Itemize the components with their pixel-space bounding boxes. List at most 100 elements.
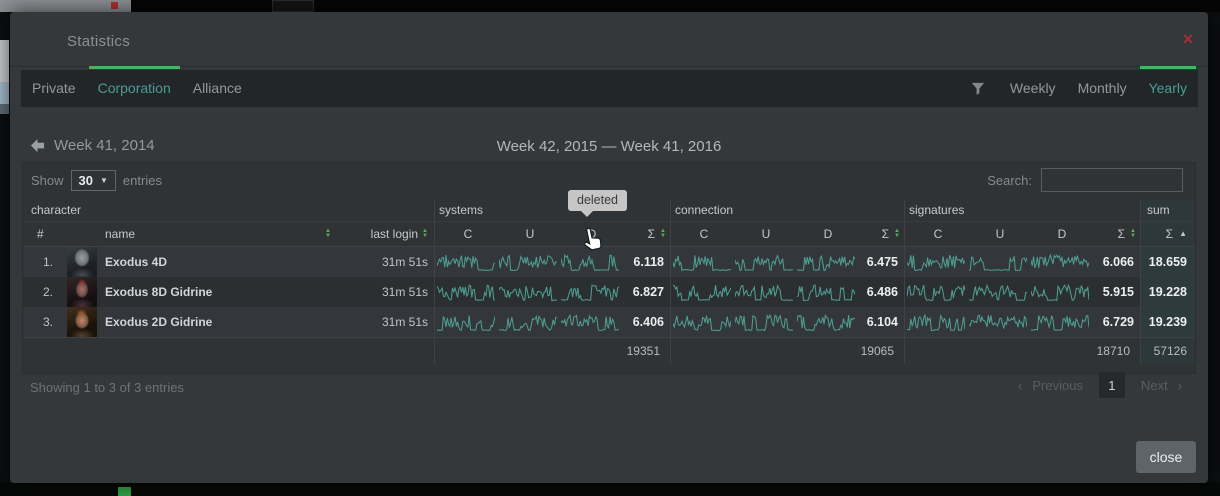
header-divider <box>10 66 1208 67</box>
sparkline-chart <box>561 312 619 332</box>
sparkline-chart <box>499 282 557 302</box>
search-control: Search: <box>987 168 1183 194</box>
connection-cell: 6.475 <box>670 247 904 277</box>
filter-icon[interactable] <box>957 70 999 107</box>
sparkline-chart <box>969 282 1027 302</box>
sparkline-chart <box>735 312 793 332</box>
group-systems: systems <box>434 199 670 221</box>
close-button[interactable]: close <box>1136 441 1196 473</box>
background-topbar <box>0 0 1220 12</box>
signatures-cell: 6.066 <box>904 247 1140 277</box>
sort-icon: ▲▼ <box>660 229 666 239</box>
footer-character <box>23 338 434 364</box>
sparkline-chart <box>907 312 965 332</box>
group-signatures: signatures <box>904 199 1140 221</box>
character-avatar <box>67 277 97 307</box>
col-header-sum[interactable]: Σ ▲▼ <box>1093 227 1140 241</box>
col-header-sum[interactable]: Σ ▲▼ <box>623 227 670 241</box>
entries-info: Showing 1 to 3 of 3 entries <box>30 380 184 395</box>
page-length-select[interactable]: 30 ▼ <box>71 170 116 191</box>
sparkline-chart <box>797 252 855 272</box>
col-headers-connection: C U D Σ ▲▼ <box>670 222 904 246</box>
col-header-created[interactable]: C <box>437 227 499 241</box>
col-header-sum[interactable]: Σ ▲▼ <box>859 227 904 241</box>
tab-yearly[interactable]: Yearly <box>1140 70 1196 107</box>
group-connection: connection <box>670 199 904 221</box>
character-avatar <box>67 247 97 277</box>
systems-sum: 6.827 <box>623 285 670 299</box>
table-row[interactable]: 1. Exodus 4D 31m 51s 6.118 6.475 <box>23 247 1195 277</box>
table-row[interactable]: 2. Exodus 8D Gidrine 31m 51s 6.827 6.486 <box>23 277 1195 307</box>
col-header-total[interactable]: Σ ▲ <box>1140 222 1195 246</box>
total-cell: 18.659 <box>1140 247 1195 277</box>
col-header-name[interactable]: name ▲▼ <box>101 227 331 241</box>
col-header-index[interactable]: # <box>23 227 63 241</box>
pagination-page-1[interactable]: 1 <box>1099 372 1125 398</box>
pagination: ‹ Previous 1 Next › <box>1018 372 1182 398</box>
close-icon[interactable]: ✕ <box>1182 31 1194 48</box>
col-header-last-login[interactable]: last login ▲▼ <box>331 227 434 241</box>
sparkline-chart <box>561 252 619 272</box>
background-fragment <box>111 2 118 9</box>
tab-corporation[interactable]: Corporation <box>89 70 180 107</box>
sort-icon: ▲▼ <box>422 229 428 239</box>
tab-weekly[interactable]: Weekly <box>1001 70 1065 107</box>
chevron-down-icon: ▼ <box>100 176 108 185</box>
col-header-created[interactable]: C <box>673 227 735 241</box>
systems-sum: 6.118 <box>623 255 670 269</box>
background-fragment <box>0 483 1220 496</box>
character-name: Exodus 8D Gidrine <box>105 285 212 299</box>
col-header-updated[interactable]: U <box>499 227 561 241</box>
pagination-previous[interactable]: ‹ Previous <box>1018 378 1083 393</box>
systems-cell: 6.118 <box>434 247 670 277</box>
sparkline-chart <box>907 282 965 302</box>
tabbar-spacer <box>253 70 957 107</box>
row-rank: 2. <box>23 285 63 299</box>
total-cell: 19.228 <box>1140 277 1195 307</box>
signatures-sum: 6.066 <box>1093 255 1140 269</box>
background-fragment <box>0 40 9 82</box>
connection-sum: 6.104 <box>859 315 904 329</box>
background-fragment <box>0 104 9 114</box>
sort-icon: ▲▼ <box>894 229 900 239</box>
character-name: Exodus 2D Gidrine <box>105 315 212 329</box>
pagination-next[interactable]: Next › <box>1141 378 1182 393</box>
modal-title: Statistics <box>67 33 130 50</box>
background-fragment <box>0 82 9 104</box>
tab-bar: Private Corporation Alliance Weekly Mont… <box>21 70 1198 107</box>
sparkline-chart <box>797 282 855 302</box>
systems-cell: 6.827 <box>434 277 670 307</box>
statistics-modal: Statistics ✕ Private Corporation Allianc… <box>10 12 1208 483</box>
search-input[interactable] <box>1041 168 1183 192</box>
table-column-header-row: # name ▲▼ last login ▲▼ C U D Σ ▲▼ <box>23 221 1195 247</box>
footer-systems-total: 19351 <box>434 338 670 364</box>
col-headers-systems: C U D Σ ▲▼ <box>434 222 670 246</box>
col-header-deleted[interactable]: D <box>797 227 859 241</box>
col-header-created[interactable]: C <box>907 227 969 241</box>
table-footer-row: 19351 19065 18710 57126 <box>23 337 1195 364</box>
tab-alliance[interactable]: Alliance <box>184 70 251 107</box>
footer-sum-total: 57126 <box>1140 338 1195 364</box>
show-label: Show <box>31 173 64 188</box>
total-cell: 19.239 <box>1140 307 1195 337</box>
sparkline-chart <box>673 312 731 332</box>
sparkline-chart <box>797 312 855 332</box>
signatures-sum: 5.915 <box>1093 285 1140 299</box>
group-character: character <box>23 199 434 221</box>
table-row[interactable]: 3. Exodus 2D Gidrine 31m 51s 6.406 6.104 <box>23 307 1195 337</box>
col-header-avatar <box>63 222 101 246</box>
col-header-updated[interactable]: U <box>735 227 797 241</box>
background-fragment <box>272 0 314 12</box>
col-header-deleted[interactable]: D <box>1031 227 1093 241</box>
sort-ascending-icon: ▲ <box>1179 230 1187 238</box>
last-login-value: 31m 51s <box>331 285 434 299</box>
signatures-cell: 6.729 <box>904 307 1140 337</box>
sparkline-chart <box>735 252 793 272</box>
tab-private[interactable]: Private <box>23 70 85 107</box>
footer-connection-total: 19065 <box>670 338 904 364</box>
sparkline-chart <box>673 282 731 302</box>
page-length-control: Show 30 ▼ entries <box>31 170 162 191</box>
col-header-updated[interactable]: U <box>969 227 1031 241</box>
character-avatar <box>67 307 97 337</box>
tab-monthly[interactable]: Monthly <box>1069 70 1136 107</box>
